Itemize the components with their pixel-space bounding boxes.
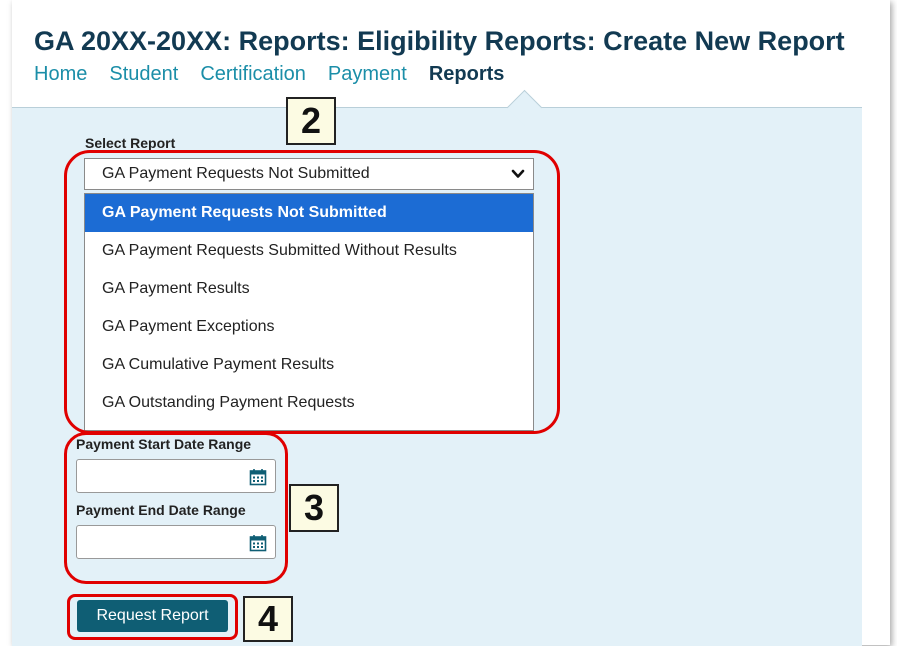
page-title: GA 20XX-20XX: Reports: Eligibility Repor… [34,26,845,56]
callout-step-4: 4 [243,596,293,642]
select-report-label: Select Report [85,135,176,151]
nav-certification[interactable]: Certification [200,63,306,86]
callout-step-3: 3 [289,484,339,532]
nav-payment[interactable]: Payment [328,63,407,86]
nav-reports[interactable]: Reports [429,63,505,86]
highlight-date-range [64,432,288,584]
callout-step-2: 2 [286,97,336,145]
nav-bar: Home Student Certification Payment Repor… [34,63,504,86]
nav-student[interactable]: Student [109,63,178,86]
highlight-request-button [67,594,238,640]
nav-home[interactable]: Home [34,63,87,86]
highlight-report-select [64,150,560,434]
